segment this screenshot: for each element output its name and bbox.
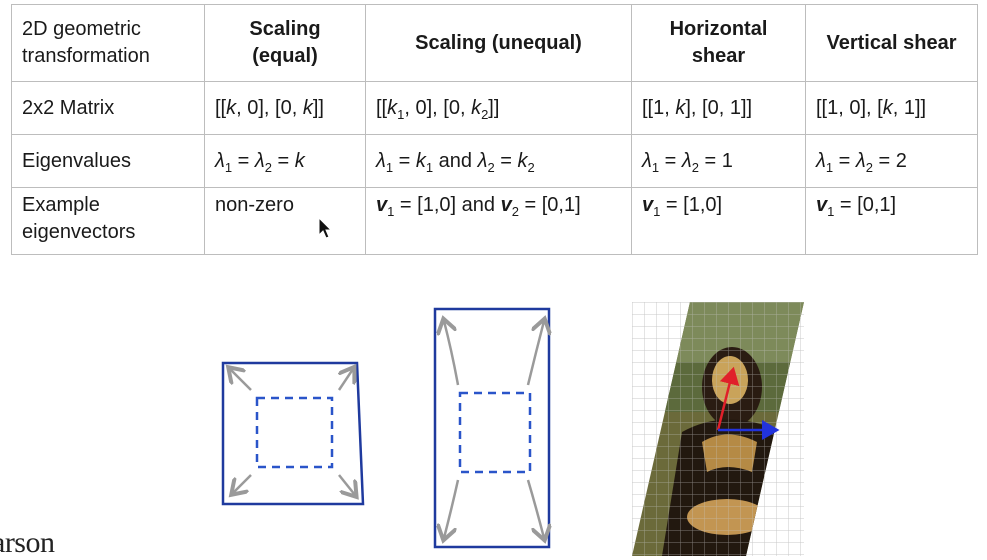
col-header-scaling-unequal: Scaling (unequal) (365, 4, 632, 82)
col-header-scaling-equal: Scaling (equal) (204, 4, 366, 82)
cell-eig-unequal: λ1 = k1 and λ2 = k2 (365, 134, 632, 188)
cell-matrix-equal: [[k, 0], [0, k]] (204, 81, 366, 135)
cell-vec-equal: non-zero (204, 187, 366, 255)
outer-frame (433, 307, 551, 549)
dashed-square (255, 396, 334, 469)
arrow-bottom-right (338, 474, 355, 495)
sheared-painting-figure (632, 302, 804, 556)
eigenvalues-row: Eigenvalues λ1 = λ2 = k λ1 = k1 and λ2 =… (11, 134, 978, 188)
arrow-bottom-right (526, 479, 544, 538)
eigenvectors-row: Example eigenvectors non-zero v1 = [1,0]… (11, 187, 978, 255)
col-header-vertical-shear: Vertical shear (805, 4, 978, 82)
cell-matrix-vshear: [[1, 0], [k, 1]] (805, 81, 978, 135)
eigen-table: 2D geometric transformation Scaling (equ… (11, 4, 978, 255)
corner-header: 2D geometric transformation (11, 4, 205, 82)
row-label-matrix: 2x2 Matrix (11, 81, 205, 135)
cell-matrix-unequal: [[k1, 0], [0, k2]] (365, 81, 632, 135)
arrow-top-right (526, 321, 544, 386)
dashed-square (458, 391, 532, 474)
row-label-eigenvalues: Eigenvalues (11, 134, 205, 188)
header-row: 2D geometric transformation Scaling (equ… (11, 4, 978, 82)
publisher-logo-text: arson (0, 526, 55, 559)
arrow-top-right (339, 369, 353, 391)
matrix-row: 2x2 Matrix [[k, 0], [0, k]] [[k1, 0], [0… (11, 81, 978, 135)
equal-scaling-figure (221, 361, 365, 506)
cell-eig-hshear: λ1 = λ2 = 1 (631, 134, 806, 188)
arrow-top-left (444, 321, 460, 386)
mouse-cursor-icon (318, 217, 333, 239)
cell-vec-unequal: v1 = [1,0] and v2 = [0,1] (365, 187, 632, 255)
cell-vec-hshear: v1 = [1,0] (631, 187, 806, 255)
cell-vec-vshear: v1 = [0,1] (805, 187, 978, 255)
cell-eig-vshear: λ1 = λ2 = 2 (805, 134, 978, 188)
cell-eig-equal: λ1 = λ2 = k (204, 134, 366, 188)
arrow-bottom-left (444, 479, 460, 538)
unequal-scaling-figure (433, 307, 558, 549)
col-header-horizontal-shear: Horizontal shear (631, 4, 806, 82)
row-label-eigenvectors: Example eigenvectors (11, 187, 205, 255)
arrow-top-left (230, 369, 252, 391)
arrow-bottom-left (233, 474, 252, 493)
cell-matrix-hshear: [[1, k], [0, 1]] (631, 81, 806, 135)
